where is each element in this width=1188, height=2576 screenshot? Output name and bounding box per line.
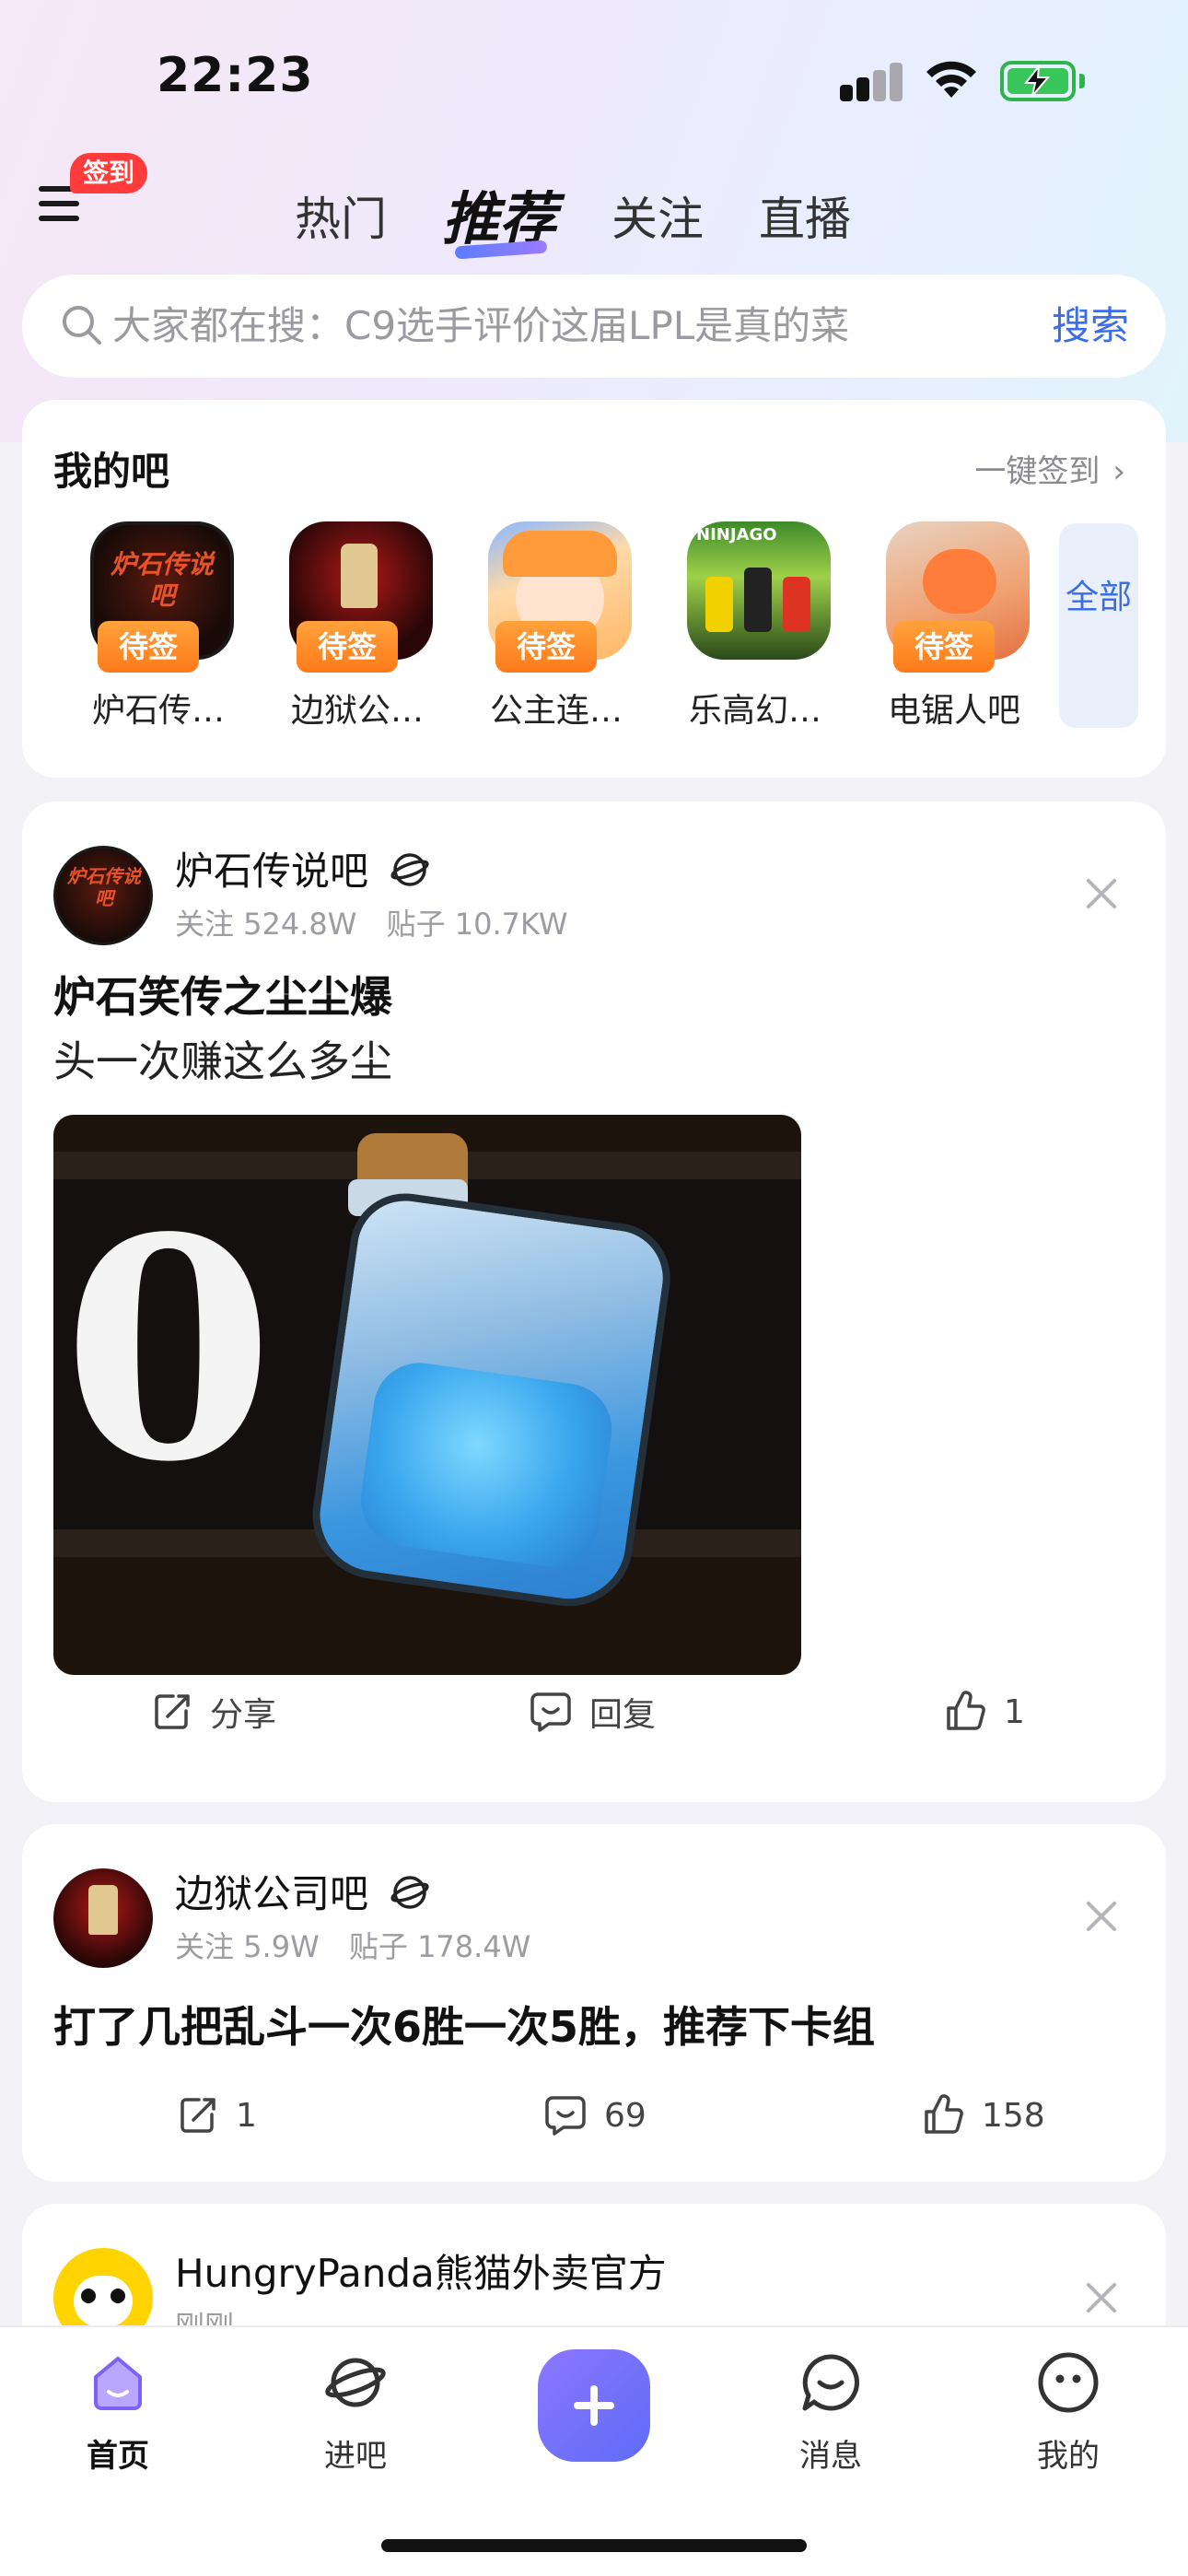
post-title[interactable]: 打了几把乱斗一次6胜一次5胜，推荐下卡组 [53,1994,875,2055]
post-forum-name[interactable]: 炉石传说吧 [175,846,430,897]
search-bar[interactable]: 大家都在搜：C9选手评价这届LPL是真的菜 搜索 [22,275,1166,378]
message-icon [802,2354,859,2411]
feed-tabs: 热门 推荐 关注 直播 [295,173,906,260]
posts-count: 贴子 10.7KW [386,907,568,942]
forum-name: 公主连… [489,692,623,730]
my-bars-title: 我的吧 [53,449,170,494]
battery-charging-icon [1000,61,1085,101]
image-digit: 0 [63,1171,274,1528]
forum-avatar-lego-ninjago: NINJAGO [687,521,831,660]
thumbs-up-icon [947,1691,985,1730]
cellular-signal-icon [840,61,904,101]
forum-name: 乐高幻… [688,692,821,730]
pending-signin-tag: 待签 [495,621,597,673]
tab-home-label: 首页 [87,2438,149,2475]
top-navigation: 签到 热门 推荐 关注 直播 [0,147,1188,267]
like-count: 1 [1004,1692,1025,1731]
posts-count: 贴子 178.4W [348,1929,531,1964]
reply-label: 回复 [589,1696,657,1734]
post-forum-label: 炉石传说吧 [175,849,369,894]
post-card[interactable]: 炉石传说吧 炉石传说吧 关注 524.8W 贴子 10.7KW 炉石笑传之尘尘爆… [22,802,1166,1802]
profile-face-icon [1038,2352,1099,2413]
ninjago-logo-text: NINJAGO [696,525,777,544]
forum-name: 边狱公… [290,692,424,730]
close-icon[interactable] [1083,2279,1120,2316]
forum-planet-icon [390,1876,430,1909]
followers-count: 关注 5.9W [175,1929,320,1964]
post-forum-stats: 关注 5.9W 贴子 178.4W [175,1924,551,1966]
post-forum-name[interactable]: 边狱公司吧 [175,1868,430,1920]
forum-name: 电锯人吧 [887,692,1020,730]
tab-forums-label: 进吧 [324,2438,387,2475]
post-card[interactable]: 边狱公司吧 关注 5.9W 贴子 178.4W 打了几把乱斗一次6胜一次5胜，推… [22,1824,1166,2182]
status-time: 22:23 [157,48,314,103]
like-button[interactable]: 1 [943,1684,1025,1739]
post-forum-label: 边狱公司吧 [175,1871,369,1916]
tab-hot[interactable]: 热门 [295,182,387,256]
wifi-icon [926,61,976,98]
tab-live[interactable]: 直播 [759,182,851,256]
tab-profile-label: 我的 [1037,2438,1100,2475]
my-bars-card: 我的吧 一键签到 › 炉石传说吧 待签 炉石传… 待签 边狱公… 待签 公主连… [22,400,1166,778]
tab-following[interactable]: 关注 [611,182,704,256]
all-forums-button[interactable]: 全部 [1059,523,1138,728]
pending-signin-tag: 待签 [297,621,398,673]
share-button[interactable]: 分享 [151,1684,276,1739]
search-button[interactable]: 搜索 [1052,300,1129,352]
close-icon[interactable] [1083,1898,1120,1935]
chevron-right-icon: › [1112,453,1125,490]
hearthstone-logo-text: 炉石传说吧 [67,865,141,909]
comment-icon [545,2096,586,2136]
sign-all-button[interactable]: 一键签到 › [974,446,1125,491]
post-forum-stats: 关注 524.8W 贴子 10.7KW [175,901,588,943]
planet-icon [325,2358,386,2407]
sign-all-label: 一键签到 [974,453,1101,490]
create-post-button[interactable] [538,2349,650,2462]
close-icon[interactable] [1083,875,1120,912]
search-placeholder[interactable]: 大家都在搜：C9选手评价这届LPL是真的菜 [112,300,849,352]
post-title[interactable]: 炉石笑传之尘尘爆 [53,964,392,1025]
forum-avatar-limbus[interactable] [53,1868,153,1968]
forum-planet-icon [390,853,430,886]
search-icon [63,306,101,345]
share-label: 分享 [210,1696,277,1734]
reply-button[interactable]: 69 [543,2088,646,2143]
followers-count: 关注 524.8W [175,907,357,942]
reply-button[interactable]: 回复 [529,1684,656,1739]
forum-name: 炉石传… [91,692,225,730]
forum-avatar-hearthstone[interactable]: 炉石传说吧 [53,846,153,945]
share-button[interactable]: 1 [177,2088,257,2143]
thumbs-up-icon [925,2094,963,2134]
status-bar: 22:23 [0,0,1188,147]
pending-signin-tag: 待签 [893,621,995,673]
share-count: 1 [236,2096,257,2135]
like-count: 158 [982,2096,1045,2135]
reply-count: 69 [604,2096,646,2135]
tab-recommend[interactable]: 推荐 [442,182,556,260]
pending-signin-tag: 待签 [98,621,199,673]
hearthstone-logo-text: 炉石传说吧 [110,549,214,611]
post-forum-name[interactable]: HungryPanda熊猫外卖官方 [175,2248,667,2300]
home-icon [94,2357,142,2410]
like-button[interactable]: 158 [921,2088,1045,2143]
comment-icon [530,1692,571,1732]
home-indicator[interactable] [381,2539,807,2552]
share-icon [181,2098,215,2133]
post-body[interactable]: 头一次赚这么多尘 [53,1028,392,1089]
signin-badge[interactable]: 签到 [70,153,148,193]
tab-messages-label: 消息 [799,2438,862,2475]
share-icon [155,1694,190,1729]
post-image[interactable]: 0 [53,1115,801,1675]
